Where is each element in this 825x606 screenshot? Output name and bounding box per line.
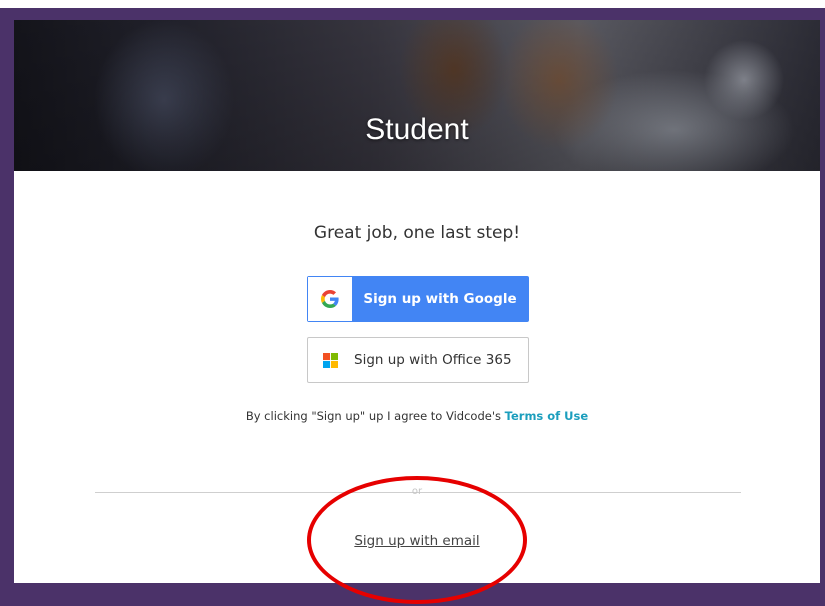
google-g-icon bbox=[308, 277, 352, 321]
terms-prefix: By clicking "Sign up" up I agree to Vidc… bbox=[245, 409, 505, 423]
google-signup-button[interactable]: Sign up with Google bbox=[307, 276, 529, 322]
google-signup-label: Sign up with Google bbox=[363, 291, 517, 307]
page-heading: Great job, one last step! bbox=[313, 223, 521, 243]
window-frame: Student Great job, one last step! Sign u… bbox=[0, 8, 825, 606]
email-signup-link[interactable]: Sign up with email bbox=[14, 533, 820, 549]
hero-image-overlay bbox=[14, 20, 820, 171]
terms-of-use-link[interactable]: Terms of Use bbox=[505, 409, 589, 423]
microsoft-logo-icon bbox=[308, 338, 352, 382]
terms-notice: By clicking "Sign up" up I agree to Vidc… bbox=[14, 409, 820, 423]
signup-card: Student Great job, one last step! Sign u… bbox=[14, 20, 820, 583]
office365-signup-button[interactable]: Sign up with Office 365 bbox=[307, 337, 529, 383]
office365-signup-label: Sign up with Office 365 bbox=[354, 352, 512, 368]
hero-banner: Student bbox=[14, 20, 820, 171]
or-separator: or bbox=[411, 486, 423, 497]
hero-title: Student bbox=[365, 113, 469, 146]
